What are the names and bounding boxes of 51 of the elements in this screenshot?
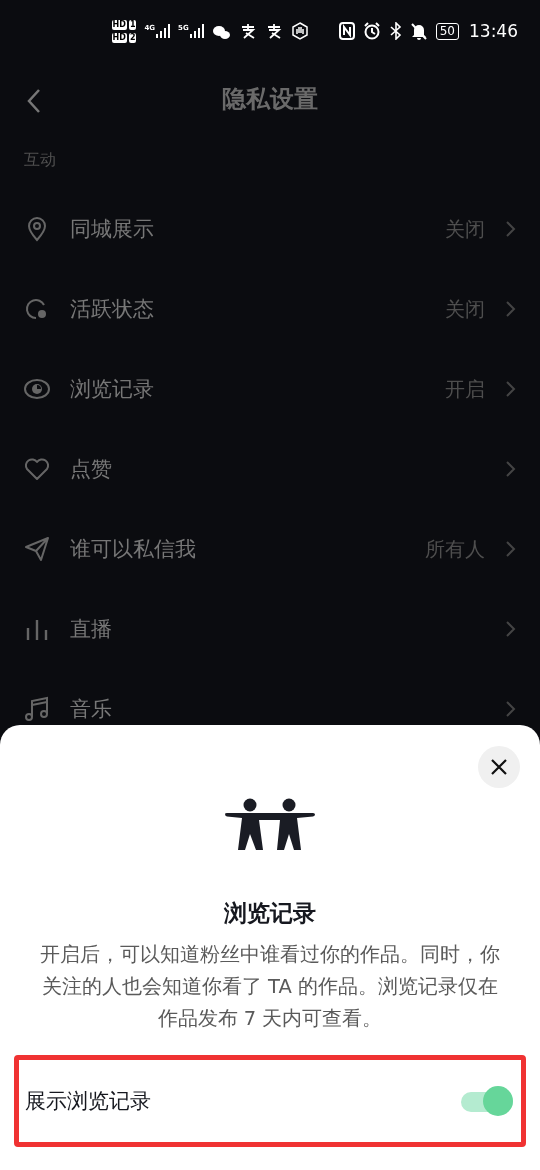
settings-row[interactable]: 浏览记录 开启 [24, 349, 516, 429]
chevron-icon [505, 220, 516, 238]
signal-icon [156, 24, 171, 38]
settings-row[interactable]: 直播 [24, 589, 516, 669]
nfc-icon [338, 22, 355, 40]
signal-icon [189, 24, 204, 38]
settings-row[interactable]: 谁可以私信我 所有人 [24, 509, 516, 589]
paper-plane-icon [24, 536, 50, 562]
toggle-switch[interactable] [461, 1086, 513, 1116]
chevron-icon [505, 540, 516, 558]
page-title: 隐私设置 [222, 84, 318, 115]
battery-level: 50 [435, 22, 459, 40]
sim-slot: 1 [128, 19, 137, 30]
bluetooth-icon [388, 22, 402, 40]
sim-label: HD [111, 19, 127, 30]
chevron-icon [505, 300, 516, 318]
row-label: 音乐 [70, 696, 113, 723]
sheet-description: 开启后，可以知道粉丝中谁看过你的作品。同时，你关注的人也会知道你看了 TA 的作品。浏览记录仅在作品发布 7 天内可查看。 [39, 942, 501, 1032]
row-label: 浏览记录 [70, 376, 155, 403]
row-label: 点赞 [70, 456, 113, 483]
sim-slot: 2 [128, 32, 137, 43]
row-label: 直播 [70, 616, 113, 643]
row-value: 关闭 [445, 215, 485, 243]
settings-row[interactable]: 音乐 [24, 669, 516, 749]
two-people-icon [225, 798, 315, 850]
mute-icon [409, 22, 428, 40]
row-label: 同城展示 [70, 216, 155, 243]
close-button[interactable] [478, 746, 520, 788]
settings-row[interactable]: 同城展示 关闭 [24, 189, 516, 269]
chevron-icon [505, 700, 516, 718]
settings-row[interactable]: 点赞 [24, 429, 516, 509]
settings-row[interactable]: 活跃状态 关闭 [24, 269, 516, 349]
chevron-icon [505, 620, 516, 638]
eye-icon [24, 376, 50, 402]
chevron-icon [505, 380, 516, 398]
clock-time: 13:46 [469, 21, 518, 41]
shield-icon [290, 22, 309, 40]
sheet-title: 浏览记录 [224, 899, 316, 928]
row-value: 开启 [445, 375, 485, 403]
heart-icon [24, 456, 50, 482]
row-label: 谁可以私信我 [70, 536, 197, 563]
chevron-icon [505, 460, 516, 478]
close-icon [490, 758, 508, 776]
row-value: 所有人 [425, 535, 485, 563]
row-label: 活跃状态 [70, 296, 155, 323]
row-value: 关闭 [445, 295, 485, 323]
section-heading: 互动 [24, 149, 57, 171]
music-note-icon [24, 696, 50, 722]
sim-label: HD [111, 32, 127, 43]
alarm-icon [362, 22, 381, 40]
toggle-label: 展示浏览记录 [25, 1088, 152, 1115]
